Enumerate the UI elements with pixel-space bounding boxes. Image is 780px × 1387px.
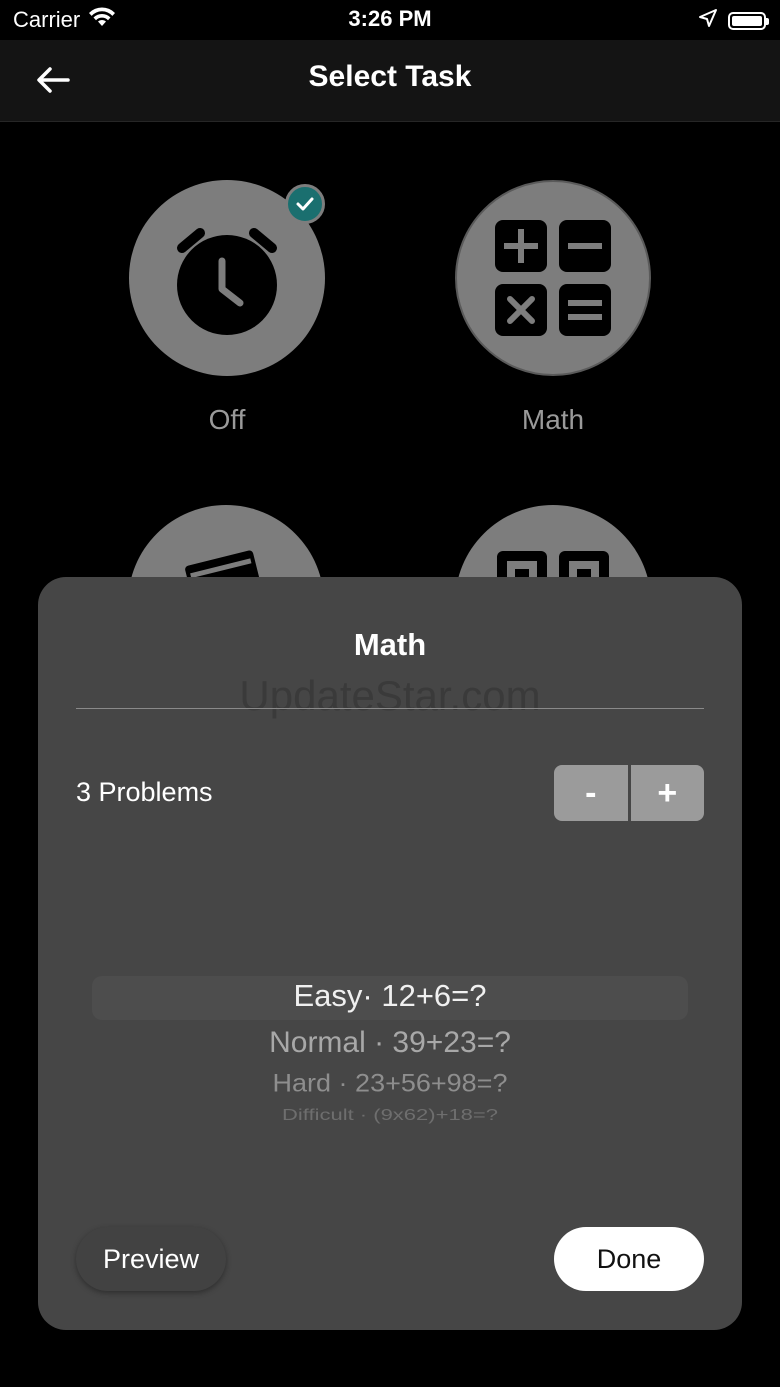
battery-icon (728, 11, 769, 30)
status-time: 3:26 PM (348, 6, 432, 31)
picker-option-difficult[interactable]: Difficult · (9x62)+18=? (92, 1106, 688, 1124)
difficulty-picker[interactable]: Easy· 12+6=? Normal · 39+23=? Hard · 23+… (92, 972, 688, 1132)
status-bar: Carrier 3:26 PM (0, 0, 780, 40)
watermark-text: UpdateStar.com (239, 672, 541, 719)
decrement-button[interactable]: - (554, 765, 628, 821)
task-tile-math[interactable]: Math (453, 180, 653, 436)
calculator-icon (495, 220, 611, 336)
nav-bar: Select Task (0, 40, 780, 122)
done-button[interactable]: Done (554, 1227, 704, 1291)
picker-option-hard[interactable]: Hard · 23+56+98=? (92, 1069, 688, 1098)
alarm-clock-icon (177, 228, 277, 335)
page-title: Select Task (308, 60, 472, 93)
increment-button[interactable]: + (630, 765, 704, 821)
sheet-title: Math (353, 627, 427, 662)
divider (76, 708, 704, 709)
selected-check-icon (285, 184, 325, 224)
task-tile-off[interactable]: Off (127, 180, 327, 436)
math-settings-sheet: Math UpdateStar.com 3 Problems - + Easy·… (38, 577, 742, 1330)
picker-option-normal[interactable]: Normal · 39+23=? (92, 1026, 688, 1060)
problems-stepper: - + (554, 765, 704, 821)
preview-button[interactable]: Preview (76, 1227, 226, 1291)
task-label-off: Off (208, 404, 246, 435)
location-arrow-icon (698, 8, 718, 33)
task-label-math: Math (521, 404, 585, 435)
problems-count-label: 3 Problems (76, 777, 213, 807)
picker-option-easy[interactable]: Easy· 12+6=? (92, 978, 688, 1014)
